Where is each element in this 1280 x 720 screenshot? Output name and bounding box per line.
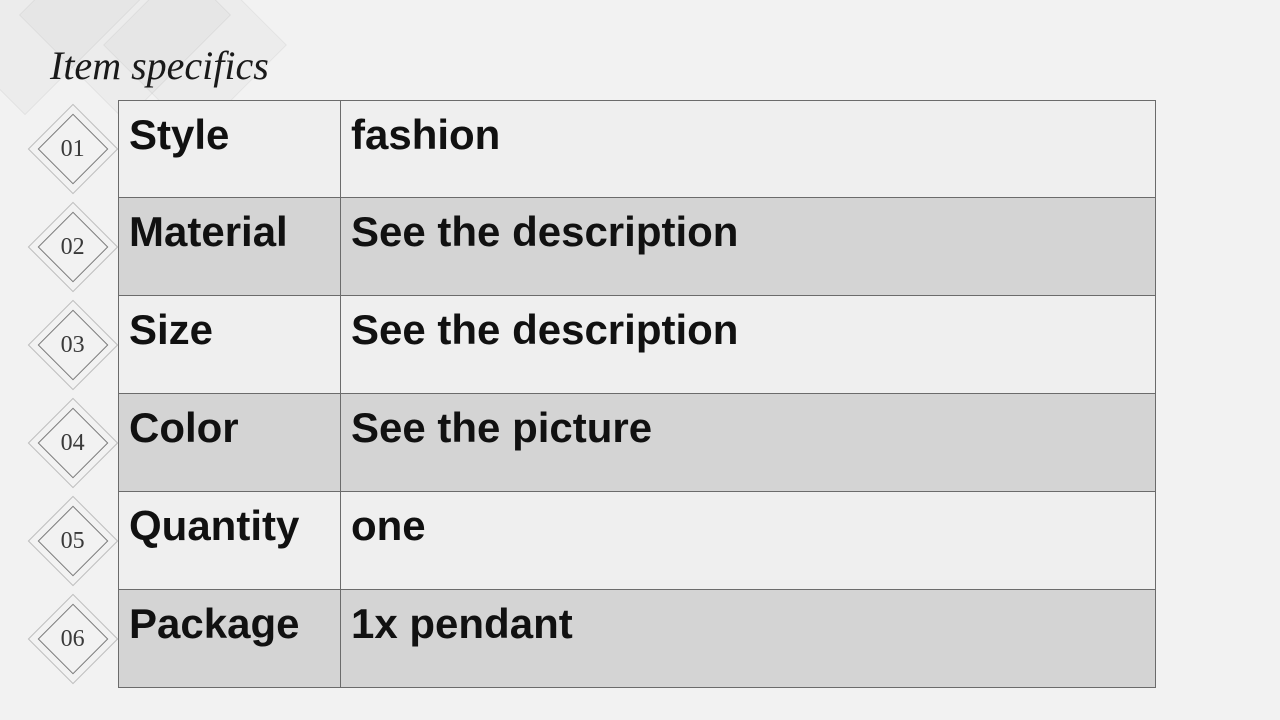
row-number: 02 (61, 234, 85, 261)
row-number-cell: 02 (28, 198, 118, 296)
table-row: 01 Style fashion (28, 100, 1158, 198)
row-label: Style (118, 100, 341, 198)
row-value: fashion (341, 100, 1156, 198)
item-specifics-table: 01 Style fashion 02 Material See the des… (28, 100, 1158, 688)
row-number: 05 (61, 528, 85, 555)
diamond-icon: 05 (38, 506, 109, 577)
diamond-icon: 06 (38, 604, 109, 675)
row-number-cell: 01 (28, 100, 118, 198)
row-value: See the description (341, 198, 1156, 296)
table-row: 05 Quantity one (28, 492, 1158, 590)
row-number: 01 (61, 136, 85, 163)
row-number-cell: 04 (28, 394, 118, 492)
table-row: 04 Color See the picture (28, 394, 1158, 492)
row-number-cell: 06 (28, 590, 118, 688)
diamond-icon: 01 (38, 114, 109, 185)
diamond-icon: 04 (38, 408, 109, 479)
row-number: 04 (61, 430, 85, 457)
row-label: Quantity (118, 492, 341, 590)
row-number: 06 (61, 626, 85, 653)
row-label: Size (118, 296, 341, 394)
row-value: See the description (341, 296, 1156, 394)
row-number-cell: 03 (28, 296, 118, 394)
diamond-icon: 02 (38, 212, 109, 283)
row-label: Package (118, 590, 341, 688)
page-title: Item specifics (50, 42, 269, 89)
row-value: 1x pendant (341, 590, 1156, 688)
row-value: one (341, 492, 1156, 590)
diamond-icon: 03 (38, 310, 109, 381)
row-value: See the picture (341, 394, 1156, 492)
row-label: Material (118, 198, 341, 296)
row-number: 03 (61, 332, 85, 359)
table-row: 02 Material See the description (28, 198, 1158, 296)
row-number-cell: 05 (28, 492, 118, 590)
table-row: 06 Package 1x pendant (28, 590, 1158, 688)
table-row: 03 Size See the description (28, 296, 1158, 394)
row-label: Color (118, 394, 341, 492)
